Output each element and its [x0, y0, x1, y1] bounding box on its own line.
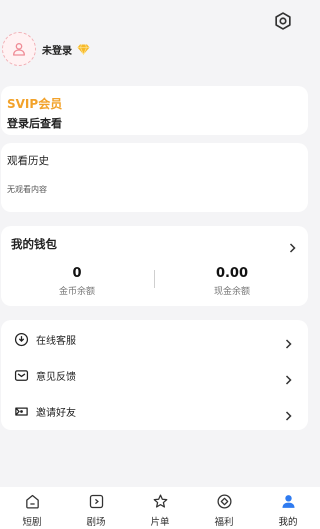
svip-card[interactable]: SVIP会员 登录后查看 — [1, 86, 308, 135]
profile-header[interactable]: 未登录 — [2, 32, 90, 66]
menu-card: 在线客服 意见反馈 邀请好友 — [1, 320, 308, 430]
coin-balance[interactable]: 0 金币余额 — [17, 266, 137, 297]
menu-item-label: 在线客服 — [36, 335, 76, 347]
settings-icon — [275, 12, 291, 30]
menu-item-label: 邀请好友 — [36, 407, 76, 419]
chevron-right-icon[interactable] — [289, 238, 296, 257]
tab-label: 片单 — [150, 517, 170, 528]
wallet-divider — [154, 270, 155, 288]
profile-icon — [279, 492, 297, 510]
menu-item-label: 意见反馈 — [36, 371, 76, 383]
coin-balance-value: 0 — [72, 266, 82, 281]
cash-balance[interactable]: 0.00 现金余额 — [172, 266, 292, 297]
chevron-right-icon — [285, 334, 292, 353]
invite-icon — [13, 403, 29, 419]
bottom-tab-bar: 短剧 剧场 片单 福利 我的 — [0, 487, 320, 529]
history-empty-text: 无观看内容 — [7, 185, 47, 194]
tab-label: 短剧 — [22, 517, 42, 528]
settings-button[interactable] — [272, 10, 294, 32]
tab-label: 福利 — [214, 517, 234, 528]
tab-mine[interactable]: 我的 — [256, 487, 320, 529]
feedback-icon — [13, 367, 29, 383]
diamond-icon — [77, 43, 90, 55]
tab-playlist[interactable]: 片单 — [128, 487, 192, 529]
svip-title: SVIP会员 — [7, 97, 63, 111]
menu-item-feedback[interactable]: 意见反馈 — [1, 357, 308, 393]
theater-icon — [87, 492, 105, 510]
wallet-card[interactable]: 我的钱包 0 金币余额 0.00 现金余额 — [1, 226, 308, 306]
tab-short-drama[interactable]: 短剧 — [0, 487, 64, 529]
coin-balance-label: 金币余额 — [58, 287, 95, 297]
history-card[interactable]: 观看历史 无观看内容 — [1, 143, 308, 212]
tab-theater[interactable]: 剧场 — [64, 487, 128, 529]
welfare-icon — [215, 492, 233, 510]
wallet-title: 我的钱包 — [11, 237, 57, 251]
cash-balance-value: 0.00 — [215, 266, 249, 281]
customer-service-icon — [13, 331, 29, 347]
history-title: 观看历史 — [7, 155, 49, 167]
home-icon — [23, 492, 41, 510]
avatar[interactable] — [2, 32, 36, 66]
tab-label: 我的 — [278, 517, 298, 528]
tab-label: 剧场 — [86, 517, 106, 528]
chevron-right-icon — [285, 406, 292, 425]
login-status[interactable]: 未登录 — [42, 42, 72, 57]
star-icon — [151, 492, 169, 510]
tab-welfare[interactable]: 福利 — [192, 487, 256, 529]
user-icon — [13, 43, 25, 56]
menu-item-customer-service[interactable]: 在线客服 — [1, 321, 308, 357]
cash-balance-label: 现金余额 — [213, 287, 250, 297]
svip-subtitle: 登录后查看 — [7, 117, 62, 130]
chevron-right-icon — [285, 370, 292, 389]
menu-item-invite[interactable]: 邀请好友 — [1, 393, 308, 429]
